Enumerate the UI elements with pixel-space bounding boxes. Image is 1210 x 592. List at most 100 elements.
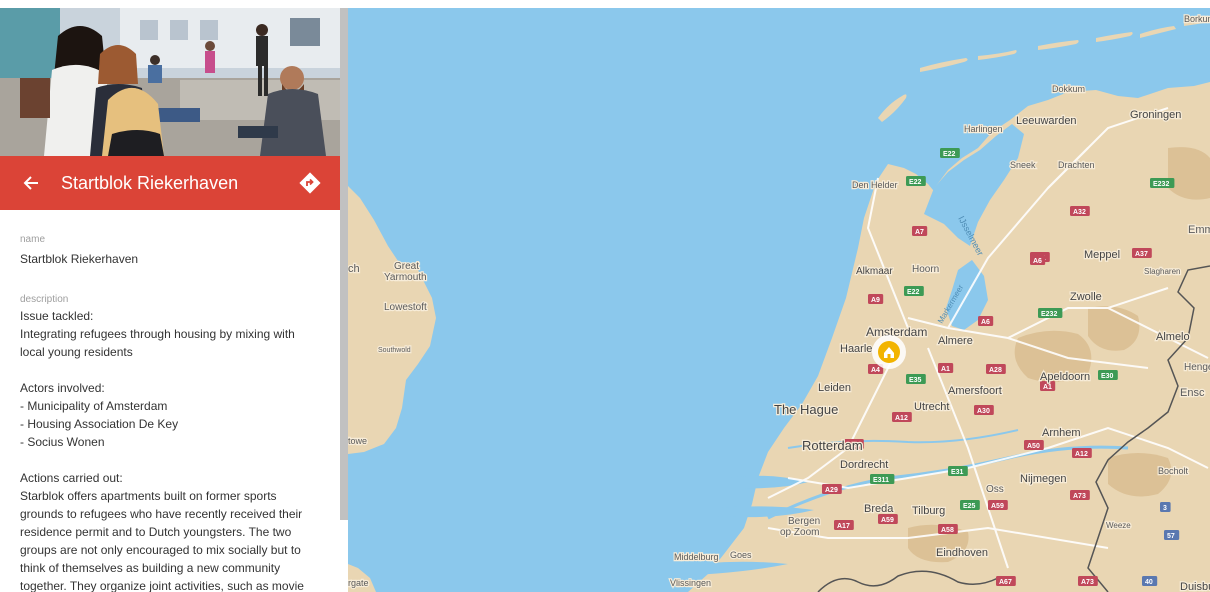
place-title: Startblok Riekerhaven — [61, 173, 239, 193]
map-label: Leiden — [818, 382, 851, 394]
back-button[interactable] — [18, 169, 46, 197]
description-line: local young residents — [20, 345, 133, 359]
svg-text:A58: A58 — [941, 527, 954, 534]
svg-text:A59: A59 — [881, 517, 894, 524]
svg-text:A4: A4 — [871, 367, 880, 374]
description-line: residence permit and to Dutch youngsters… — [20, 525, 292, 539]
road-shield: A12 — [1072, 448, 1092, 458]
road-shield: E22 — [904, 286, 924, 296]
road-shield: A7 — [912, 226, 928, 236]
svg-text:57: 57 — [1167, 533, 1175, 540]
svg-text:A12: A12 — [1075, 451, 1088, 458]
road-shield: A50 — [1024, 440, 1044, 450]
map-label: rgate — [348, 578, 369, 588]
map-label: Den Helder — [852, 180, 898, 190]
map-label: Zwolle — [1070, 291, 1102, 303]
map-label: op Zoom — [780, 527, 819, 538]
map-label: Harlingen — [964, 124, 1003, 134]
svg-text:A29: A29 — [825, 487, 838, 494]
map-view[interactable]: E22E232A32A31A6A37A7E22A9E22E232A6A4E35A… — [348, 8, 1210, 592]
map-label: Leeuwarden — [1016, 115, 1077, 127]
description-line: together. They organize joint activities… — [20, 579, 304, 592]
place-details-panel: Startblok Riekerhaven name Startblok Rie… — [0, 0, 348, 592]
map-label: Southwold — [378, 347, 411, 354]
road-shield: A58 — [938, 524, 958, 534]
svg-text:A73: A73 — [1073, 493, 1086, 500]
description-line: - Municipality of Amsterdam — [20, 399, 168, 413]
map-label: Eindhoven — [936, 547, 988, 559]
description-line: grounds to refugees who have recently re… — [20, 507, 303, 521]
place-photo — [0, 8, 340, 156]
road-shield: A28 — [986, 364, 1006, 374]
map-label: Duisbur — [1180, 581, 1210, 592]
svg-text:A28: A28 — [989, 367, 1002, 374]
road-shield: 3 — [1160, 502, 1171, 512]
svg-text:A73: A73 — [1081, 579, 1094, 586]
map-label: ch — [348, 263, 360, 275]
map-label: Alkmaar — [856, 266, 893, 277]
map-label: Great — [394, 261, 419, 272]
map-label: Utrecht — [914, 401, 949, 413]
place-marker[interactable] — [872, 335, 906, 369]
road-shield: A73 — [1078, 576, 1098, 586]
map-label: Dordrecht — [840, 459, 888, 471]
map-label: towe — [348, 436, 367, 446]
road-shield: A37 — [1132, 248, 1152, 258]
svg-text:A59: A59 — [991, 503, 1004, 510]
map-label: Sneek — [1010, 160, 1036, 170]
road-shield: A6 — [1030, 255, 1046, 265]
map-label: Hoorn — [912, 264, 939, 275]
road-shield: A9 — [868, 294, 884, 304]
svg-text:3: 3 — [1163, 505, 1167, 512]
map-label: Vlissingen — [670, 578, 711, 588]
road-shield: A59 — [988, 500, 1008, 510]
description-paragraph: Issue tackled: Integrating refugees thro… — [20, 307, 320, 361]
svg-text:A17: A17 — [837, 523, 850, 530]
svg-text:A32: A32 — [1073, 209, 1086, 216]
description-paragraph: Actors involved: - Municipality of Amste… — [20, 379, 320, 451]
map-label: Bocholt — [1158, 466, 1189, 476]
road-shield: E35 — [906, 374, 926, 384]
svg-text:E232: E232 — [1153, 181, 1169, 188]
svg-text:E31: E31 — [951, 469, 964, 476]
road-shield: A30 — [974, 405, 994, 415]
map-label: Ensc — [1180, 387, 1205, 399]
map-label: Meppel — [1084, 249, 1120, 261]
name-label: name — [20, 234, 46, 245]
map-label: Lowestoft — [384, 302, 427, 313]
map-label: Middelburg — [674, 552, 719, 562]
svg-text:E311: E311 — [873, 477, 889, 484]
panel-scrollbar[interactable] — [340, 8, 348, 520]
road-shield: E232 — [1038, 308, 1063, 318]
map-label: Nijmegen — [1020, 473, 1066, 485]
road-shield: E31 — [948, 466, 968, 476]
map-label: Drachten — [1058, 160, 1095, 170]
map-label: Dokkum — [1052, 84, 1085, 94]
map-label: Breda — [864, 503, 894, 515]
map-label: Borkum — [1184, 14, 1210, 24]
svg-text:A67: A67 — [999, 579, 1012, 586]
map-label: Almere — [938, 335, 973, 347]
svg-text:A1: A1 — [1043, 384, 1052, 391]
road-shield: A29 — [822, 484, 842, 494]
map-label: Arnhem — [1042, 427, 1081, 439]
road-shield: A32 — [1070, 206, 1090, 216]
road-shield: 57 — [1164, 530, 1180, 540]
place-details: name Startblok Riekerhaven description I… — [20, 234, 320, 592]
map-label: Bergen — [788, 516, 820, 527]
road-shield: A1 — [938, 363, 954, 373]
map-label: Hengel — [1184, 362, 1210, 373]
road-shield: A73 — [1070, 490, 1090, 500]
description-line: Integrating refugees through housing by … — [20, 327, 295, 341]
map-label: Slagharen — [1144, 267, 1180, 276]
map-label: Apeldoorn — [1040, 371, 1090, 383]
svg-text:E30: E30 — [1101, 373, 1114, 380]
svg-text:A50: A50 — [1027, 443, 1040, 450]
svg-text:E25: E25 — [963, 503, 976, 510]
map-label: Yarmouth — [384, 272, 427, 283]
road-shield: A17 — [834, 520, 854, 530]
directions-button[interactable] — [296, 169, 324, 197]
svg-text:40: 40 — [1145, 579, 1153, 586]
map-label: Goes — [730, 550, 752, 560]
map-label: Amersfoort — [948, 385, 1002, 397]
